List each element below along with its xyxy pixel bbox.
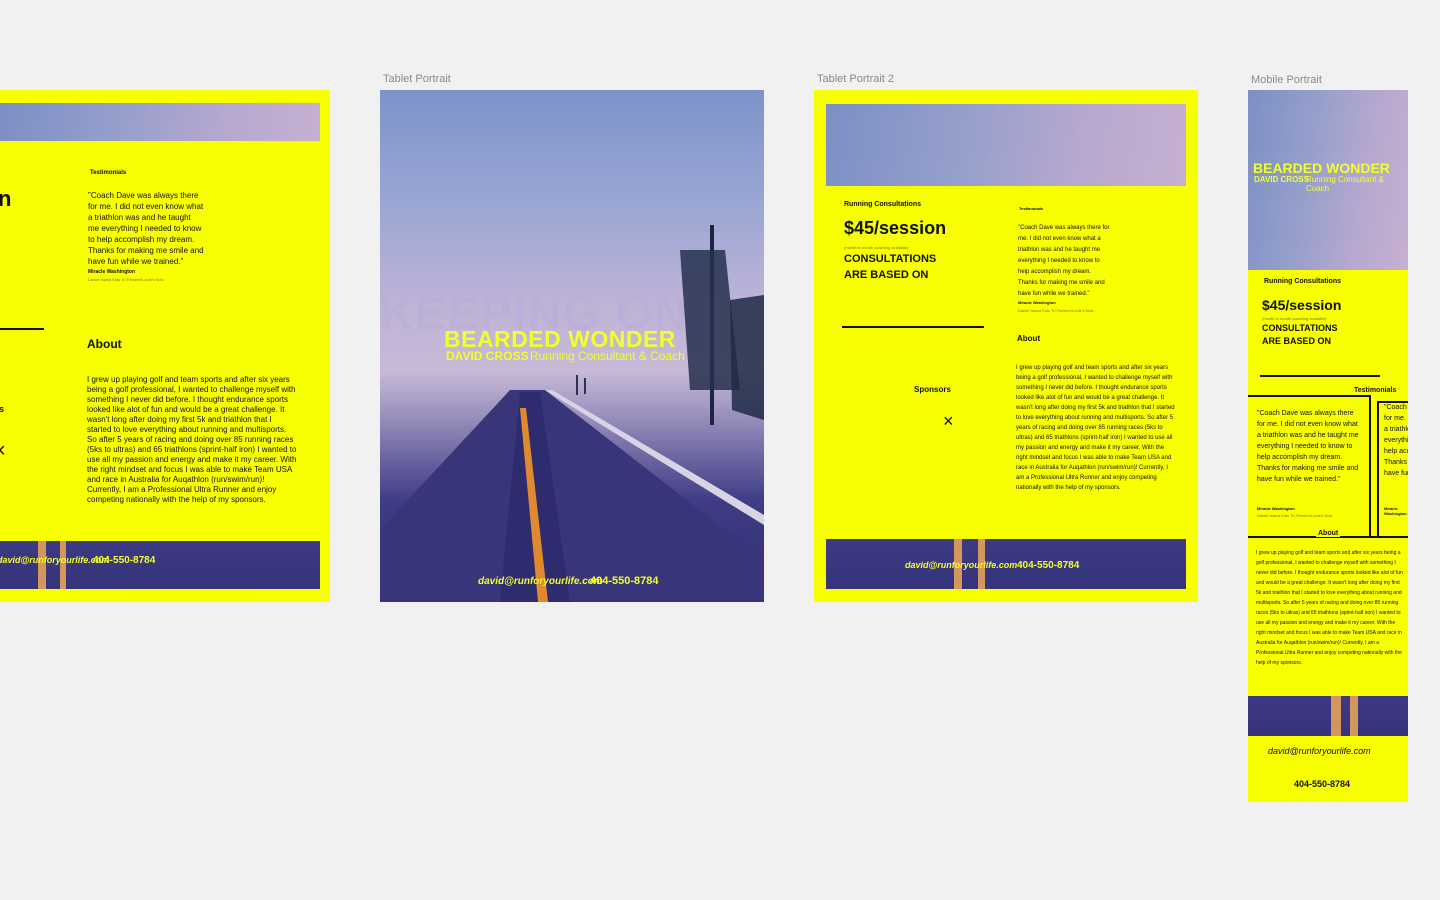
testimonial-quote: "Coach Dave was always there for me. I d… [88, 191, 204, 266]
testimonial-author-2: Miracle Washington [1384, 506, 1407, 516]
testimonial-box-2-left [1377, 401, 1379, 537]
testimonial-quote: "Coach Dave was always there for me. I d… [1018, 225, 1110, 297]
about-body: I grew up playing golf and team sports a… [1016, 365, 1175, 491]
consult-tagline-1: CONSULTATIONS [1262, 323, 1338, 333]
artboard-desktop: n Testimonials "Coach Dave was always th… [0, 90, 330, 602]
hero-title: BEARDED WONDER [1253, 160, 1390, 176]
divider-line [0, 328, 44, 330]
footer-phone[interactable]: 404-550-8784 [1017, 560, 1079, 571]
testimonial-author: Miracle Washington [1018, 300, 1056, 305]
close-icon[interactable]: × [0, 440, 6, 463]
footer-road-strip [1248, 696, 1408, 736]
testimonial-author-sub: Daniel Island Kids Tri Finisher/Louie's … [1018, 308, 1094, 313]
hero-phone[interactable]: 404-550-8784 [590, 575, 659, 587]
testimonial-quote-2: "Coach Dave was always there for me. I d… [1384, 404, 1408, 477]
consult-tagline-1: CONSULTATIONS [844, 253, 937, 265]
testimonials-heading: Testimonials [90, 170, 127, 176]
footer-email[interactable]: david@runforyourlife.com [1268, 746, 1371, 756]
footer-phone[interactable]: 404-550-8784 [93, 555, 155, 566]
artboard-label-tablet2: Tablet Portrait 2 [817, 73, 895, 85]
header-image [0, 103, 320, 141]
consult-headline-partial: n [0, 186, 12, 211]
hero-role: Running Consultant & Coach [530, 349, 685, 363]
about-body: I grew up playing golf and team sports a… [1256, 550, 1403, 666]
testimonial-quote: "Coach Dave was always there for me. I d… [1257, 410, 1359, 483]
testimonials-heading: Testimonials [1019, 206, 1044, 211]
testimonial-author: Miracle Washington [1257, 506, 1295, 511]
testimonials-heading: Testimonials [1354, 387, 1397, 394]
footer-phone[interactable]: 404-550-8784 [1294, 779, 1350, 789]
hero-role: Running Consultant & Coach [1306, 175, 1384, 193]
consult-tagline-2: ARE BASED ON [844, 269, 929, 281]
testimonial-author-sub: Daniel Island Kids Tri Finisher/Louie's … [1257, 513, 1333, 518]
consult-note: (month to month coaching available) [844, 245, 909, 250]
consult-price: $45/session [844, 218, 947, 238]
testimonial-box-right [1369, 395, 1371, 537]
artboard-label-tablet: Tablet Portrait [383, 73, 451, 85]
about-heading: About [1316, 530, 1341, 537]
artboard-mobile: BEARDED WONDER DAVID CROSS Running Consu… [1248, 90, 1408, 802]
about-body: I grew up playing golf and team sports a… [87, 375, 297, 504]
consult-price: $45/session [1262, 297, 1342, 313]
footer-road-strip: david@runforyourlife.com 404-550-8784 [0, 541, 320, 589]
close-icon[interactable]: × [943, 411, 954, 432]
divider-line [1260, 375, 1380, 377]
consult-note: (month to month coaching available) [1262, 316, 1327, 321]
consult-tagline-2: ARE BASED ON [1262, 336, 1332, 346]
hero-road-image: KEEPING ON BEARDED WONDER DAVID CROSS Ru… [380, 90, 764, 602]
sponsors-heading: Sponsors [914, 385, 951, 394]
artboard-tablet: KEEPING ON BEARDED WONDER DAVID CROSS Ru… [380, 90, 764, 602]
about-heading: About [1017, 334, 1041, 343]
testimonial-box-top [1248, 395, 1370, 397]
testimonial-author-sub: Daniel Island Kids Tri Finisher/Louie's … [88, 277, 164, 282]
consult-heading: Running Consultations [1264, 278, 1341, 285]
footer-road-strip: david@runforyourlife.com 404-550-8784 [826, 539, 1186, 589]
header-image [826, 104, 1186, 186]
footer-email[interactable]: david@runforyourlife.com [905, 560, 1017, 570]
hero-name: DAVID CROSS [446, 349, 529, 363]
divider-line [842, 326, 984, 328]
artboard-label-mobile: Mobile Portrait [1251, 74, 1322, 86]
hero-name: DAVID CROSS [1254, 175, 1309, 184]
consult-heading: Running Consultations [844, 201, 921, 208]
sponsors-heading-partial: s [0, 404, 5, 414]
testimonial-author: Miracle Washington [88, 269, 136, 275]
artboard-tablet2: Running Consultations $45/session (month… [814, 90, 1198, 602]
about-heading: About [87, 337, 122, 351]
hero-email[interactable]: david@runforyourlife.com [478, 576, 603, 587]
